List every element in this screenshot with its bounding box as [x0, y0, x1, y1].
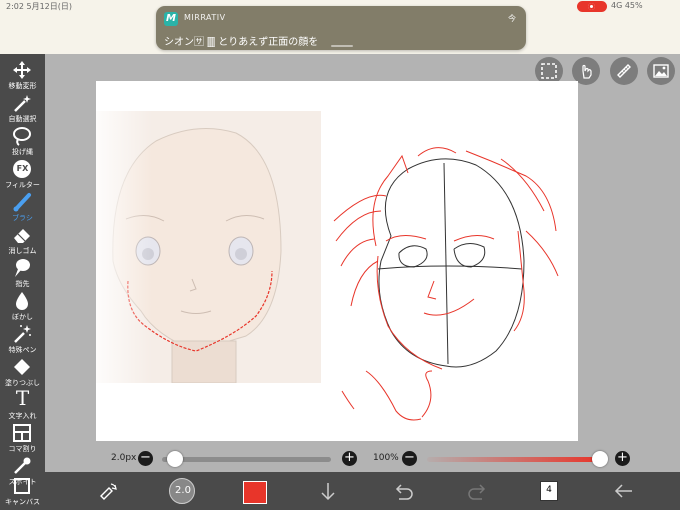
- tool-filter[interactable]: FX フィルター: [0, 157, 45, 193]
- brush-size-value: 2.0: [175, 485, 191, 496]
- tool-label: ブラシ: [12, 214, 33, 222]
- redo-button[interactable]: [463, 476, 493, 506]
- notification-app-name: MIRRATIV: [184, 13, 226, 22]
- move-layer-down-button[interactable]: [313, 476, 343, 506]
- gallery-button[interactable]: [647, 57, 675, 85]
- status-time: 2:02 5月12日(日): [6, 2, 73, 11]
- magic-wand-icon: [14, 95, 31, 112]
- arrow-down-icon: [321, 483, 335, 501]
- selection-icon: [541, 63, 557, 79]
- tool-label: 自動選択: [8, 115, 37, 123]
- tool-brush[interactable]: ブラシ: [0, 190, 45, 226]
- frame-divider-icon: [13, 424, 31, 442]
- ruler-icon: [617, 64, 631, 78]
- tool-sidebar: 移動変形 自動選択 投げ縄 FX フィルター ブラシ 消しゴム 指先 ぼかし 特…: [0, 54, 45, 510]
- undo-icon: [395, 484, 413, 500]
- opacity-increase-button[interactable]: +: [615, 451, 630, 466]
- tool-label: 文字入れ: [8, 412, 37, 420]
- tool-label: 特殊ペン: [8, 346, 37, 354]
- touch-hand-icon: [582, 64, 592, 79]
- text-icon: T: [15, 386, 30, 410]
- brush-icon: [13, 193, 31, 212]
- brush-settings-bar: 2.0px − + 100% − +: [45, 447, 680, 472]
- tool-blur[interactable]: ぼかし: [0, 289, 45, 325]
- opacity-knob[interactable]: [592, 451, 608, 467]
- tool-special-pen[interactable]: 特殊ペン: [0, 322, 45, 358]
- redo-icon: [468, 484, 486, 500]
- tool-move[interactable]: 移動変形: [0, 58, 45, 94]
- layers-button[interactable]: 4: [540, 481, 558, 501]
- tool-label: キャンバス: [5, 498, 40, 506]
- transform-eraser-toggle[interactable]: [93, 476, 123, 506]
- opacity-slider[interactable]: [427, 457, 600, 462]
- mirrativ-app-icon: M: [164, 12, 178, 26]
- tool-label: フィルター: [5, 181, 40, 189]
- fill-icon: [14, 359, 30, 375]
- eraser-icon: [14, 229, 30, 243]
- brush-size-label: 2.0px: [111, 453, 137, 463]
- brush-size-knob[interactable]: [167, 451, 184, 467]
- lasso-icon: [13, 127, 31, 146]
- tool-smudge[interactable]: 指先: [0, 256, 45, 292]
- special-pen-icon: [14, 325, 31, 343]
- tool-label: 投げ縄: [12, 148, 33, 156]
- recording-indicator[interactable]: [577, 1, 607, 12]
- notification-time: 今: [508, 14, 516, 23]
- brush-size-slider[interactable]: [162, 457, 331, 462]
- notification-banner[interactable]: M MIRRATIV 今 シオン🈂 🀫 とりあえず正面の顔を: [156, 6, 526, 50]
- brush-size-indicator[interactable]: 2.0: [169, 478, 195, 504]
- drawing-canvas[interactable]: [96, 81, 578, 441]
- tool-label: 指先: [15, 280, 30, 288]
- swap-brush-eraser-icon: [100, 483, 117, 500]
- status-signal: 4G 45%: [611, 1, 643, 10]
- tool-label: 消しゴム: [8, 247, 37, 255]
- arrow-left-icon: [614, 484, 632, 498]
- size-decrease-button[interactable]: −: [138, 451, 153, 466]
- color-swatch[interactable]: [243, 481, 267, 504]
- move-icon: [13, 61, 31, 79]
- back-button[interactable]: [609, 476, 639, 506]
- drawing-strokes: [333, 147, 559, 421]
- tool-label: ぼかし: [12, 313, 33, 321]
- bottom-toolbar: 2.0 4: [45, 472, 680, 510]
- undo-button[interactable]: [388, 476, 418, 506]
- tool-eraser[interactable]: 消しゴム: [0, 223, 45, 259]
- eyedropper-icon: [14, 457, 31, 474]
- fx-glyph: FX: [16, 164, 29, 173]
- tool-lasso[interactable]: 投げ縄: [0, 124, 45, 160]
- tool-label: 移動変形: [8, 82, 37, 90]
- opacity-label: 100%: [373, 453, 399, 463]
- ruler-button[interactable]: [610, 57, 638, 85]
- tool-auto-select[interactable]: 自動選択: [0, 91, 45, 127]
- blur-icon: [16, 292, 28, 310]
- smudge-icon: [15, 259, 30, 277]
- size-increase-button[interactable]: +: [342, 451, 357, 466]
- image-icon: [653, 64, 669, 78]
- notification-message: シオン🈂 🀫 とりあえず正面の顔を: [164, 37, 319, 48]
- tool-frame-divider[interactable]: コマ割り: [0, 421, 45, 457]
- notification-handle[interactable]: [331, 45, 353, 47]
- tool-canvas[interactable]: キャンバス: [0, 474, 45, 510]
- canvas-icon: [14, 478, 30, 494]
- tool-text[interactable]: T 文字入れ: [0, 386, 45, 424]
- tool-label: コマ割り: [8, 445, 37, 453]
- opacity-decrease-button[interactable]: −: [402, 451, 417, 466]
